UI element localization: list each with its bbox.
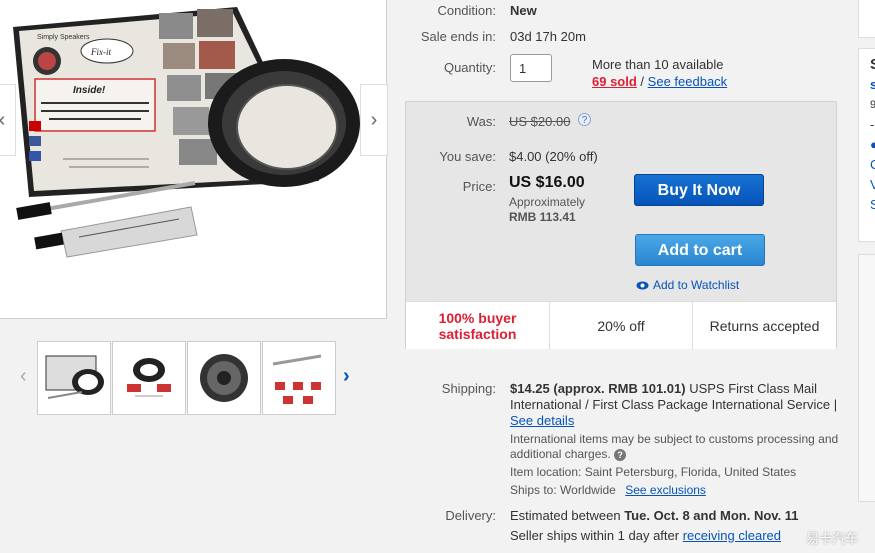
seller-ships-text: Seller ships within 1 day after xyxy=(510,528,680,543)
delivery-estimated-text: Estimated between xyxy=(510,508,621,523)
available-text: More than 10 available xyxy=(592,57,724,72)
shipping-info: $14.25 (approx. RMB 101.01) USPS First C… xyxy=(510,381,840,429)
buyer-satisfaction-badge: 100% buyer satisfaction xyxy=(406,302,550,349)
eye-icon xyxy=(636,281,649,290)
thumbnail-4[interactable] xyxy=(262,341,336,415)
returns-badge: Returns accepted xyxy=(709,317,820,334)
quantity-input[interactable]: 1 xyxy=(510,54,552,82)
price-label: Price: xyxy=(462,179,496,194)
chevron-left-icon: ‹ xyxy=(20,365,27,387)
sold-count-link[interactable]: 69 sold xyxy=(592,74,637,89)
delivery-dates: Tue. Oct. 8 and Mon. Nov. 11 xyxy=(624,508,799,523)
you-save-value: $4.00 (20% off) xyxy=(509,149,598,164)
seller-panel-letter-4: - xyxy=(870,117,875,132)
highlights-strip: 100% buyer satisfaction 20% off Returns … xyxy=(406,301,836,349)
approx-rmb: RMB 113.41 xyxy=(509,210,576,224)
thumbnail-3-image xyxy=(200,354,248,402)
was-label: Was: xyxy=(466,114,496,129)
right-panel-top xyxy=(858,0,875,38)
seller-panel-letter-6[interactable]: V xyxy=(870,175,875,195)
seller-panel-letter-2[interactable]: s xyxy=(870,75,875,95)
sold-feedback-line: 69 sold / See feedback xyxy=(592,74,727,89)
see-details-link[interactable]: See details xyxy=(510,413,574,428)
delivery-estimate: Estimated between Tue. Oct. 8 and Mon. N… xyxy=(510,508,799,523)
receiving-cleared-link[interactable]: receiving cleared xyxy=(683,528,781,543)
chevron-right-icon: › xyxy=(370,109,378,131)
customs-note: International items may be subject to cu… xyxy=(510,432,840,462)
sale-ends-label: Sale ends in: xyxy=(420,29,496,44)
condition-value: New xyxy=(510,3,537,18)
main-product-image[interactable]: Simply Speakers Fix-it Inside! xyxy=(0,0,387,319)
seller-panel-letter-1: S xyxy=(870,55,875,75)
sheet-inside-heading: Inside! xyxy=(73,85,106,96)
seller-panel: S s 9 - ● C V S xyxy=(858,48,875,242)
chevron-right-icon: › xyxy=(343,365,350,387)
sold-feedback-separator: / xyxy=(640,74,645,89)
add-to-cart-button[interactable]: Add to cart xyxy=(635,234,765,266)
seller-panel-letter-7[interactable]: S xyxy=(870,195,875,215)
seller-ships-line: Seller ships within 1 day after receivin… xyxy=(510,528,781,543)
current-price: US $16.00 xyxy=(509,174,585,191)
sheet-brand: Simply Speakers xyxy=(37,34,90,41)
shipping-cost: $14.25 (approx. RMB 101.01) xyxy=(510,381,686,396)
discount-badge: 20% off xyxy=(550,302,693,349)
info-icon[interactable]: ? xyxy=(578,113,591,126)
thumbnail-1[interactable] xyxy=(37,341,111,415)
ships-to-label: Ships to: xyxy=(510,483,557,497)
item-location: Item location: Saint Petersburg, Florida… xyxy=(510,465,796,479)
watermark-text: 易卡汽车 xyxy=(806,531,859,546)
thumbnail-1-image xyxy=(45,355,104,399)
ships-to-value: Worldwide xyxy=(560,483,616,497)
customs-note-text: International items may be subject to cu… xyxy=(510,432,839,461)
shipping-label: Shipping: xyxy=(441,381,496,396)
buy-it-now-button[interactable]: Buy It Now xyxy=(634,174,764,206)
was-price: US $20.00 xyxy=(509,114,571,129)
add-to-watchlist-link[interactable]: Add to Watchlist xyxy=(636,278,739,292)
image-next-button[interactable]: › xyxy=(360,84,388,156)
seller-panel-letter-3: 9 xyxy=(870,99,875,111)
approx-label: Approximately xyxy=(509,195,586,209)
right-panel-bottom xyxy=(858,254,875,502)
item-location-label: Item location: xyxy=(510,465,582,479)
condition-label: Condition: xyxy=(437,3,496,18)
product-photo: Simply Speakers Fix-it Inside! xyxy=(13,7,360,258)
sale-ends-value: 03d 17h 20m xyxy=(510,29,586,44)
quantity-label: Quantity: xyxy=(443,60,496,75)
watchlist-label: Add to Watchlist xyxy=(653,278,740,292)
thumbnail-next-button[interactable]: › xyxy=(343,366,350,386)
thumbnail-2-image xyxy=(127,358,171,397)
question-icon[interactable]: ? xyxy=(614,449,627,461)
delivery-label: Delivery: xyxy=(445,508,496,523)
seller-panel-bullet: ● xyxy=(870,137,875,152)
thumbnail-3[interactable] xyxy=(187,341,261,415)
ships-to: Ships to: Worldwide See exclusions xyxy=(510,483,706,497)
seller-panel-letter-5[interactable]: C xyxy=(870,155,875,175)
you-save-label: You save: xyxy=(439,149,496,164)
image-prev-button[interactable]: ‹ xyxy=(0,84,16,156)
thumbnail-2[interactable] xyxy=(112,341,186,415)
see-feedback-link[interactable]: See feedback xyxy=(648,74,728,89)
chevron-left-icon: ‹ xyxy=(0,109,5,131)
thumbnail-4-image xyxy=(272,354,322,404)
see-exclusions-link[interactable]: See exclusions xyxy=(625,483,706,497)
thumbnail-prev-button[interactable]: ‹ xyxy=(20,366,27,386)
item-location-value: Saint Petersburg, Florida, United States xyxy=(584,465,797,479)
sheet-logo: Fix-it xyxy=(90,47,111,57)
